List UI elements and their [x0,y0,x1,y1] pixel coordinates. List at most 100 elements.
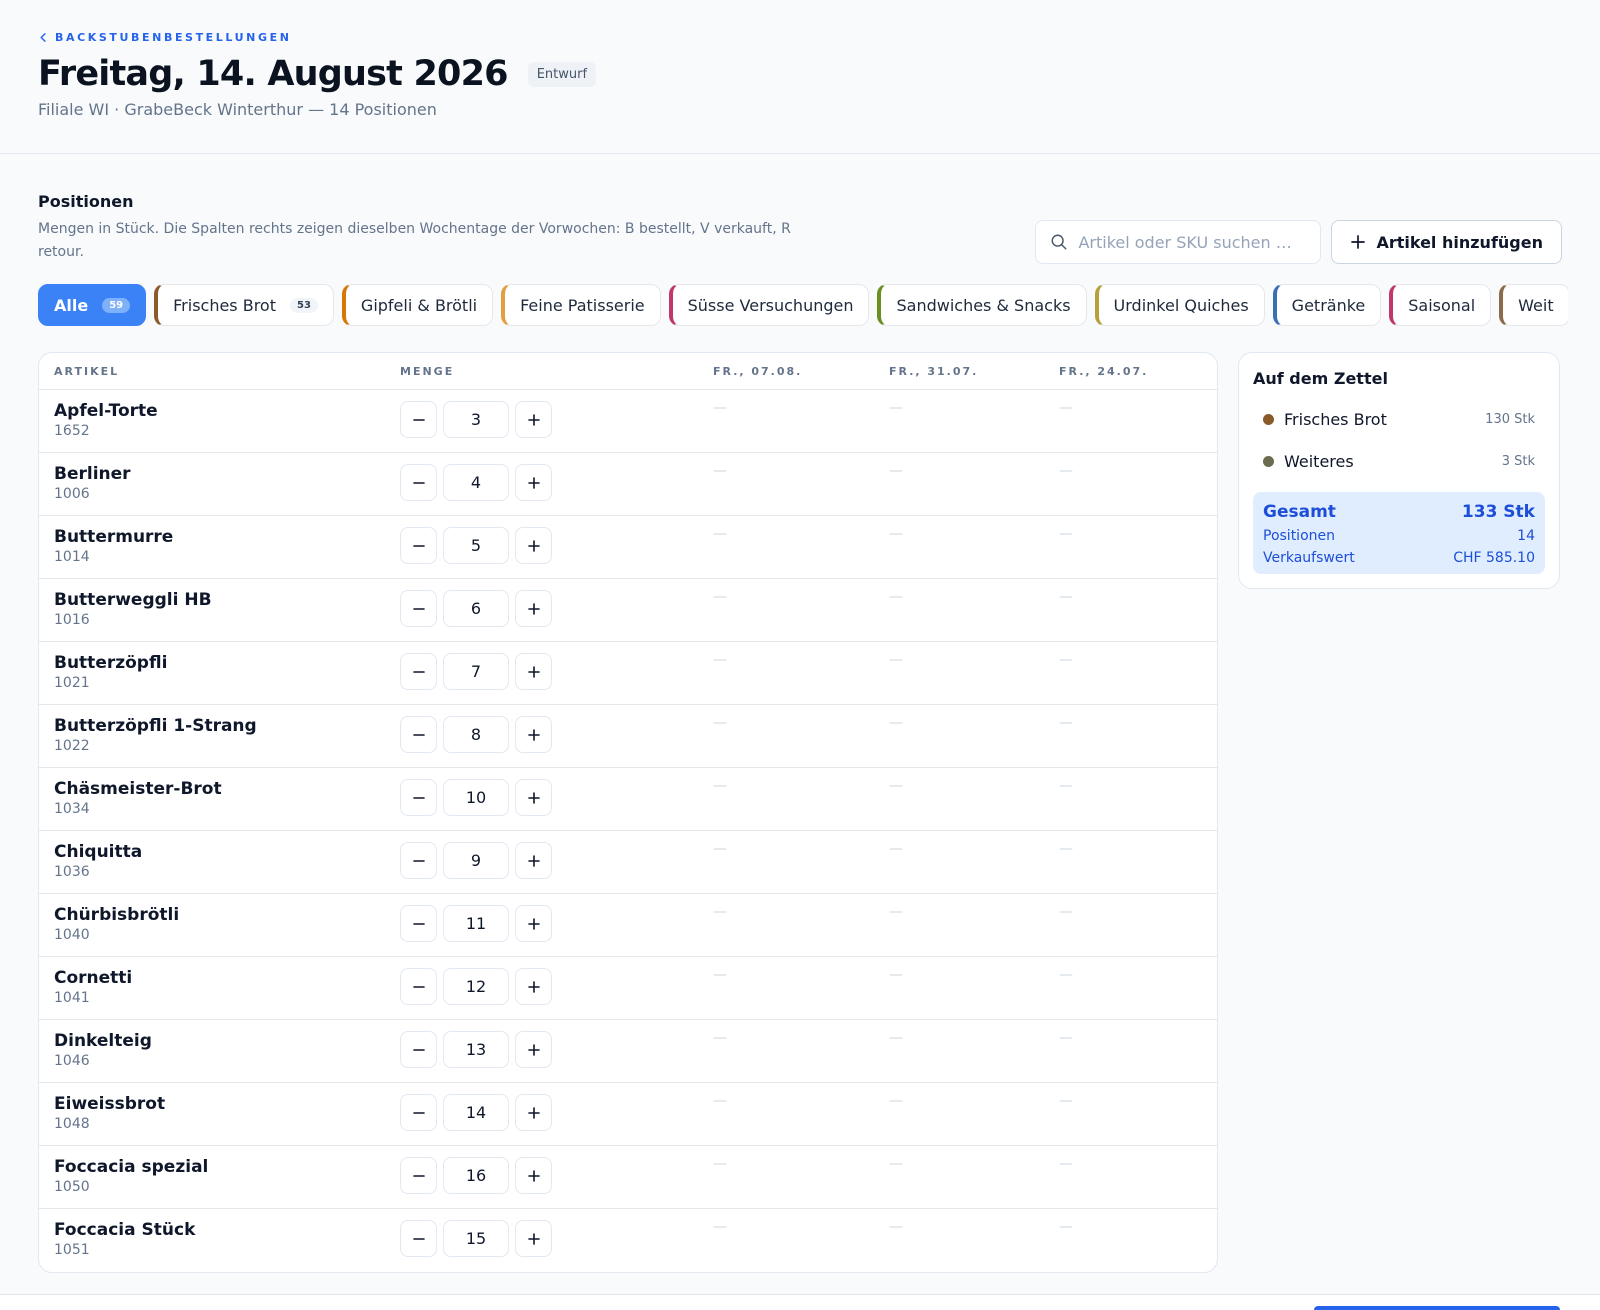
article-cell: Buttermurre 1014 [39,516,400,565]
article-name: Chiquitta [54,842,143,862]
tab-5[interactable]: Sandwiches & Snacks [877,284,1087,326]
tab-3[interactable]: Feine Patisserie [501,284,661,326]
column-header-week1: FR., 07.08. [713,365,803,378]
article-sku: 1048 [54,1116,90,1132]
week3-cell: — [1059,1209,1217,1235]
tab-label: Sandwiches & Snacks [896,295,1071,315]
tab-7[interactable]: Getränke [1272,284,1382,326]
quantity-input[interactable] [443,905,509,942]
tab-8[interactable]: Saisonal [1389,284,1492,326]
sales-value-label: Verkaufswert [1263,550,1355,566]
empty-value: — [1059,652,1073,668]
quantity-input[interactable] [443,401,509,438]
search-box[interactable] [1035,220,1322,264]
increase-button[interactable] [515,716,552,753]
decrease-button[interactable] [400,1094,437,1131]
empty-value: — [1059,463,1073,479]
decrease-button[interactable] [400,1220,437,1257]
table-row: Butterweggli HB 1016 — — — [39,579,1217,642]
quantity-stepper [400,905,713,942]
tab-label: Alle [54,295,89,315]
decrease-button[interactable] [400,905,437,942]
quantity-input[interactable] [443,1220,509,1257]
quantity-input[interactable] [443,842,509,879]
increase-button[interactable] [515,527,552,564]
quantity-input[interactable] [443,1157,509,1194]
quantity-stepper [400,464,713,501]
decrease-button[interactable] [400,968,437,1005]
back-link-label[interactable]: BACKSTUBENBESTELLUNGEN [55,31,292,44]
plus-icon [527,539,540,552]
week1-cell: — [713,1020,889,1046]
decrease-button[interactable] [400,464,437,501]
qty-cell [400,453,713,501]
table-row: Cornetti 1041 — — — [39,957,1217,1020]
decrease-button[interactable] [400,1031,437,1068]
plus-icon [527,854,540,867]
empty-value: — [1059,1156,1073,1172]
article-name: Foccacia Stück [54,1220,196,1240]
increase-button[interactable] [515,1220,552,1257]
increase-button[interactable] [515,1031,552,1068]
week2-cell: — [889,957,1059,983]
summary-items: Frisches Brot 130 Stk Weiteres 3 Stk [1253,398,1545,482]
tab-0[interactable]: Alle 59 [38,284,147,326]
increase-button[interactable] [515,464,552,501]
increase-button[interactable] [515,590,552,627]
increase-button[interactable] [515,1157,552,1194]
increase-button[interactable] [515,905,552,942]
quantity-input[interactable] [443,779,509,816]
empty-value: — [713,1093,727,1109]
search-input[interactable] [1078,232,1309,252]
quantity-input[interactable] [443,590,509,627]
article-cell: Apfel-Torte 1652 [39,390,400,439]
decrease-button[interactable] [400,1157,437,1194]
article-sku: 1034 [54,801,90,817]
decrease-button[interactable] [400,401,437,438]
decrease-button[interactable] [400,842,437,879]
tab-1[interactable]: Frisches Brot 53 [154,284,334,326]
page-subtitle: Filiale WI · GrabeBeck Winterthur — 14 P… [38,100,437,119]
back-link[interactable]: BACKSTUBENBESTELLUNGEN [38,30,1562,44]
increase-button[interactable] [515,842,552,879]
tab-2[interactable]: Gipfeli & Brötli [341,284,494,326]
decrease-button[interactable] [400,527,437,564]
week3-cell: — [1059,453,1217,479]
table-header: ARTIKEL MENGE FR., 07.08. FR., 31.07. FR… [39,353,1217,390]
week3-cell: — [1059,1083,1217,1109]
quantity-input[interactable] [443,968,509,1005]
tab-4[interactable]: Süsse Versuchungen [668,284,870,326]
decrease-button[interactable] [400,590,437,627]
add-article-label[interactable]: Artikel hinzufügen [1376,233,1543,252]
add-article-button[interactable]: Artikel hinzufügen [1331,220,1562,264]
quantity-stepper [400,527,713,564]
article-cell: Butterzöpfli 1021 [39,642,400,691]
decrease-button[interactable] [400,716,437,753]
empty-value: — [1059,1093,1073,1109]
empty-value: — [1059,841,1073,857]
increase-button[interactable] [515,779,552,816]
increase-button[interactable] [515,653,552,690]
quantity-input[interactable] [443,716,509,753]
summary-card: Auf dem Zettel Frisches Brot 130 Stk Weite… [1238,352,1560,589]
decrease-button[interactable] [400,653,437,690]
increase-button[interactable] [515,968,552,1005]
increase-button[interactable] [515,401,552,438]
bottom-action-button[interactable] [1314,1306,1560,1310]
week1-cell: — [713,957,889,983]
quantity-input[interactable] [443,464,509,501]
quantity-input[interactable] [443,527,509,564]
quantity-input[interactable] [443,1094,509,1131]
tab-6[interactable]: Urdinkel Quiches [1094,284,1265,326]
article-name: Chäsmeister-Brot [54,779,222,799]
empty-value: — [1059,967,1073,983]
decrease-button[interactable] [400,779,437,816]
quantity-input[interactable] [443,1031,509,1068]
tab-9[interactable]: Weit [1499,284,1568,326]
article-cell: Foccacia spezial 1050 [39,1146,400,1195]
increase-button[interactable] [515,1094,552,1131]
article-cell: Dinkelteig 1046 [39,1020,400,1069]
empty-value: — [713,967,727,983]
tab-label: Urdinkel Quiches [1113,295,1249,315]
quantity-input[interactable] [443,653,509,690]
